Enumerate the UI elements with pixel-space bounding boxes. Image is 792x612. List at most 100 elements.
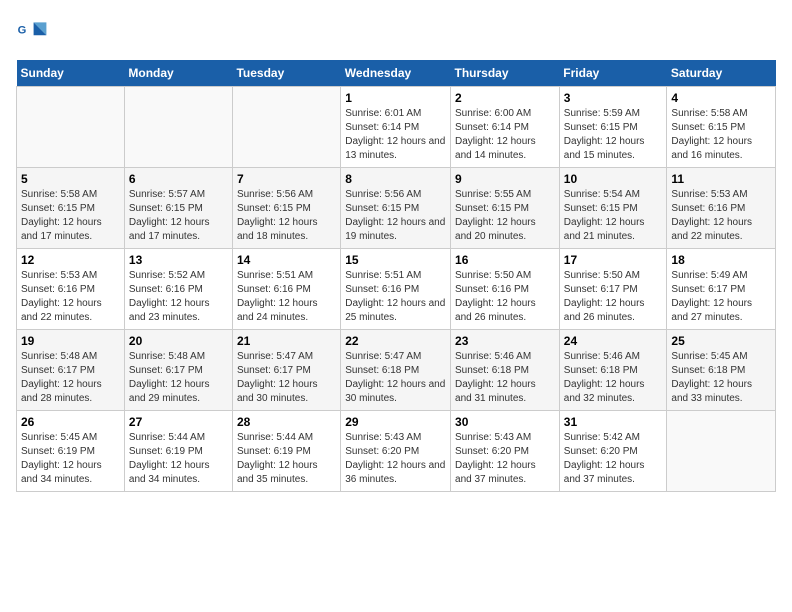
day-info: Sunrise: 5:59 AM Sunset: 6:15 PM Dayligh… — [564, 107, 663, 163]
calendar-cell: 30 Sunrise: 5:43 AM Sunset: 6:20 PM Dayli… — [451, 411, 560, 492]
day-info: Sunrise: 5:54 AM Sunset: 6:15 PM Dayligh… — [564, 188, 663, 244]
day-info: Sunrise: 6:00 AM Sunset: 6:14 PM Dayligh… — [455, 107, 555, 163]
day-info: Sunrise: 5:48 AM Sunset: 6:17 PM Dayligh… — [129, 350, 228, 406]
day-number: 24 — [564, 334, 663, 348]
day-number: 31 — [564, 415, 663, 429]
calendar-cell: 1 Sunrise: 6:01 AM Sunset: 6:14 PM Daylig… — [341, 87, 451, 168]
day-number: 1 — [345, 91, 446, 105]
calendar-cell: 29 Sunrise: 5:43 AM Sunset: 6:20 PM Dayli… — [341, 411, 451, 492]
day-number: 13 — [129, 253, 228, 267]
calendar-cell: 6Sunrise: 5:57 AM Sunset: 6:15 PM Daylig… — [124, 168, 232, 249]
day-info: Sunrise: 5:53 AM Sunset: 6:16 PM Dayligh… — [671, 188, 771, 244]
day-number: 11 — [671, 172, 771, 186]
day-info: Sunrise: 5:43 AM Sunset: 6:20 PM Dayligh… — [345, 431, 446, 487]
calendar-cell — [17, 87, 125, 168]
day-info: Sunrise: 5:55 AM Sunset: 6:15 PM Dayligh… — [455, 188, 555, 244]
day-info: Sunrise: 5:45 AM Sunset: 6:19 PM Dayligh… — [21, 431, 120, 487]
calendar-cell: 23 Sunrise: 5:46 AM Sunset: 6:18 PM Dayli… — [451, 330, 560, 411]
day-number: 25 — [671, 334, 771, 348]
day-info: Sunrise: 5:52 AM Sunset: 6:16 PM Dayligh… — [129, 269, 228, 325]
day-info: Sunrise: 5:47 AM Sunset: 6:17 PM Dayligh… — [237, 350, 336, 406]
day-number: 8 — [345, 172, 446, 186]
calendar-cell: 21Sunrise: 5:47 AM Sunset: 6:17 PM Dayli… — [232, 330, 340, 411]
day-number: 16 — [455, 253, 555, 267]
day-info: Sunrise: 5:48 AM Sunset: 6:17 PM Dayligh… — [21, 350, 120, 406]
day-info: Sunrise: 5:44 AM Sunset: 6:19 PM Dayligh… — [129, 431, 228, 487]
day-info: Sunrise: 5:58 AM Sunset: 6:15 PM Dayligh… — [21, 188, 120, 244]
logo-icon: G — [16, 16, 48, 48]
calendar-cell: 2 Sunrise: 6:00 AM Sunset: 6:14 PM Daylig… — [451, 87, 560, 168]
day-number: 30 — [455, 415, 555, 429]
calendar-cell: 10 Sunrise: 5:54 AM Sunset: 6:15 PM Dayli… — [559, 168, 667, 249]
calendar-cell: 15 Sunrise: 5:51 AM Sunset: 6:16 PM Dayli… — [341, 249, 451, 330]
calendar-cell: 25 Sunrise: 5:45 AM Sunset: 6:18 PM Dayli… — [667, 330, 776, 411]
day-number: 12 — [21, 253, 120, 267]
day-number: 26 — [21, 415, 120, 429]
calendar-cell: 16 Sunrise: 5:50 AM Sunset: 6:16 PM Dayli… — [451, 249, 560, 330]
logo: G — [16, 16, 52, 48]
calendar-cell: 24Sunrise: 5:46 AM Sunset: 6:18 PM Dayli… — [559, 330, 667, 411]
day-info: Sunrise: 5:50 AM Sunset: 6:16 PM Dayligh… — [455, 269, 555, 325]
day-number: 27 — [129, 415, 228, 429]
calendar-cell: 26 Sunrise: 5:45 AM Sunset: 6:19 PM Dayli… — [17, 411, 125, 492]
calendar-cell: 19 Sunrise: 5:48 AM Sunset: 6:17 PM Dayli… — [17, 330, 125, 411]
day-info: Sunrise: 5:49 AM Sunset: 6:17 PM Dayligh… — [671, 269, 771, 325]
day-info: Sunrise: 5:56 AM Sunset: 6:15 PM Dayligh… — [237, 188, 336, 244]
calendar-cell: 7 Sunrise: 5:56 AM Sunset: 6:15 PM Daylig… — [232, 168, 340, 249]
calendar-cell — [232, 87, 340, 168]
day-number: 6 — [129, 172, 228, 186]
day-info: Sunrise: 5:50 AM Sunset: 6:17 PM Dayligh… — [564, 269, 663, 325]
day-number: 5 — [21, 172, 120, 186]
calendar-cell: 22Sunrise: 5:47 AM Sunset: 6:18 PM Dayli… — [341, 330, 451, 411]
day-number: 14 — [237, 253, 336, 267]
day-number: 10 — [564, 172, 663, 186]
calendar-cell: 5 Sunrise: 5:58 AM Sunset: 6:15 PM Daylig… — [17, 168, 125, 249]
calendar-cell: 31 Sunrise: 5:42 AM Sunset: 6:20 PM Dayli… — [559, 411, 667, 492]
calendar-body: 1 Sunrise: 6:01 AM Sunset: 6:14 PM Daylig… — [17, 87, 776, 492]
calendar-cell: 27 Sunrise: 5:44 AM Sunset: 6:19 PM Dayli… — [124, 411, 232, 492]
calendar-cell: 14 Sunrise: 5:51 AM Sunset: 6:16 PM Dayli… — [232, 249, 340, 330]
day-number: 29 — [345, 415, 446, 429]
calendar-cell: 28Sunrise: 5:44 AM Sunset: 6:19 PM Dayli… — [232, 411, 340, 492]
calendar-cell: 11 Sunrise: 5:53 AM Sunset: 6:16 PM Dayli… — [667, 168, 776, 249]
calendar-cell: 3Sunrise: 5:59 AM Sunset: 6:15 PM Daylig… — [559, 87, 667, 168]
weekday-header-sunday: Sunday — [17, 60, 125, 87]
weekday-header-monday: Monday — [124, 60, 232, 87]
weekday-header-row: SundayMondayTuesdayWednesdayThursdayFrid… — [17, 60, 776, 87]
calendar-cell — [124, 87, 232, 168]
day-number: 15 — [345, 253, 446, 267]
day-info: Sunrise: 5:44 AM Sunset: 6:19 PM Dayligh… — [237, 431, 336, 487]
day-number: 7 — [237, 172, 336, 186]
weekday-header-wednesday: Wednesday — [341, 60, 451, 87]
calendar-cell: 12 Sunrise: 5:53 AM Sunset: 6:16 PM Dayli… — [17, 249, 125, 330]
week-row-2: 5 Sunrise: 5:58 AM Sunset: 6:15 PM Daylig… — [17, 168, 776, 249]
page-header: G — [16, 16, 776, 48]
day-number: 17 — [564, 253, 663, 267]
day-info: Sunrise: 6:01 AM Sunset: 6:14 PM Dayligh… — [345, 107, 446, 163]
calendar-cell: 18Sunrise: 5:49 AM Sunset: 6:17 PM Dayli… — [667, 249, 776, 330]
day-number: 2 — [455, 91, 555, 105]
day-info: Sunrise: 5:56 AM Sunset: 6:15 PM Dayligh… — [345, 188, 446, 244]
day-info: Sunrise: 5:58 AM Sunset: 6:15 PM Dayligh… — [671, 107, 771, 163]
day-info: Sunrise: 5:51 AM Sunset: 6:16 PM Dayligh… — [237, 269, 336, 325]
day-info: Sunrise: 5:51 AM Sunset: 6:16 PM Dayligh… — [345, 269, 446, 325]
calendar-cell: 4 Sunrise: 5:58 AM Sunset: 6:15 PM Daylig… — [667, 87, 776, 168]
weekday-header-friday: Friday — [559, 60, 667, 87]
calendar-cell: 13 Sunrise: 5:52 AM Sunset: 6:16 PM Dayli… — [124, 249, 232, 330]
day-info: Sunrise: 5:46 AM Sunset: 6:18 PM Dayligh… — [455, 350, 555, 406]
calendar-cell: 20 Sunrise: 5:48 AM Sunset: 6:17 PM Dayli… — [124, 330, 232, 411]
calendar-cell: 17 Sunrise: 5:50 AM Sunset: 6:17 PM Dayli… — [559, 249, 667, 330]
day-number: 19 — [21, 334, 120, 348]
day-number: 20 — [129, 334, 228, 348]
week-row-1: 1 Sunrise: 6:01 AM Sunset: 6:14 PM Daylig… — [17, 87, 776, 168]
calendar-cell: 9 Sunrise: 5:55 AM Sunset: 6:15 PM Daylig… — [451, 168, 560, 249]
week-row-4: 19 Sunrise: 5:48 AM Sunset: 6:17 PM Dayli… — [17, 330, 776, 411]
week-row-5: 26 Sunrise: 5:45 AM Sunset: 6:19 PM Dayli… — [17, 411, 776, 492]
day-number: 9 — [455, 172, 555, 186]
day-info: Sunrise: 5:42 AM Sunset: 6:20 PM Dayligh… — [564, 431, 663, 487]
day-number: 23 — [455, 334, 555, 348]
day-number: 4 — [671, 91, 771, 105]
day-info: Sunrise: 5:45 AM Sunset: 6:18 PM Dayligh… — [671, 350, 771, 406]
day-info: Sunrise: 5:53 AM Sunset: 6:16 PM Dayligh… — [21, 269, 120, 325]
day-info: Sunrise: 5:43 AM Sunset: 6:20 PM Dayligh… — [455, 431, 555, 487]
